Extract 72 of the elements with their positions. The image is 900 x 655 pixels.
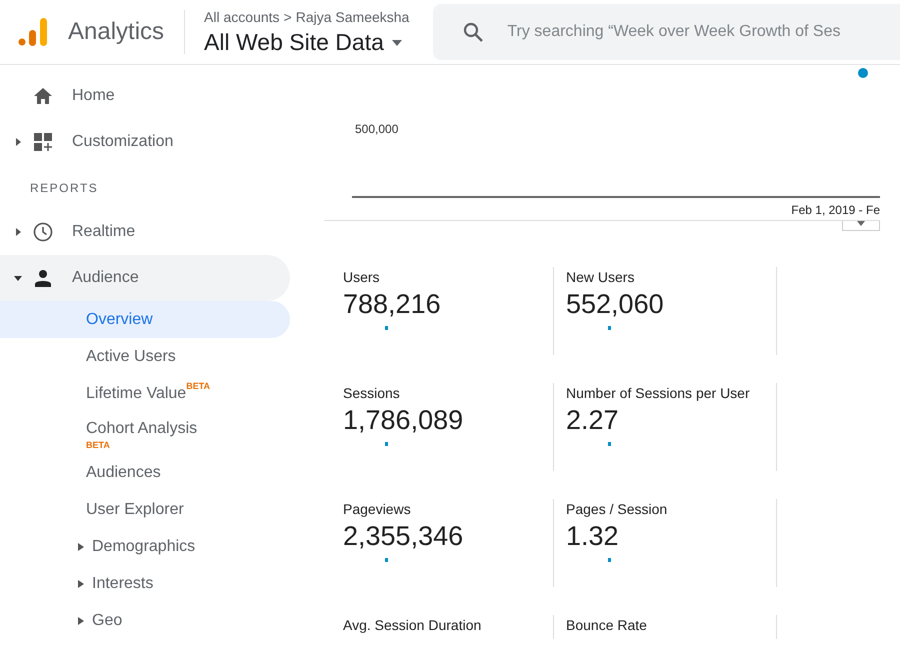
subitem-label: User Explorer (86, 500, 184, 520)
section-heading: REPORTS (29, 180, 100, 197)
nav-subitem[interactable]: Geo (0, 602, 290, 639)
sparkline-icon (385, 326, 388, 330)
beta-label: BETA (186, 382, 210, 390)
nav-subitem[interactable]: Demographics (0, 528, 290, 565)
nav-label: Customization (72, 132, 174, 152)
metric-value: 788,216 (343, 288, 442, 321)
caret-icon (78, 542, 84, 550)
nav-item[interactable]: Home (0, 73, 290, 119)
sparkline-icon (608, 326, 611, 330)
metric-label: Number of Sessions per User (566, 384, 751, 403)
nav-subitem[interactable]: Audiences (0, 454, 290, 491)
person-icon (34, 269, 52, 287)
subitem-label: Active Users (86, 346, 176, 366)
subitem-label: Cohort Analysis (86, 418, 198, 438)
clock-icon (33, 222, 53, 242)
dropdown-toggle[interactable] (842, 221, 880, 231)
nav-subitem[interactable]: Cohort Analysis BETA (0, 412, 290, 454)
sparkline-icon (608, 558, 611, 562)
metric-label: Sessions (343, 384, 401, 403)
data-point-icon (858, 68, 868, 78)
metric-label: Bounce Rate (566, 616, 648, 635)
nav-item[interactable]: Realtime (0, 209, 290, 255)
nav-item[interactable]: Customization (0, 119, 290, 165)
search-input[interactable]: Try searching “Week over Week Growth of Ses (507, 20, 900, 44)
metric-value: 552,060 (566, 288, 665, 321)
nav-label: Realtime (72, 222, 136, 242)
breadcrumb-link[interactable]: All accounts (204, 7, 280, 28)
analytics-logo-icon (18, 18, 50, 46)
nav-item[interactable]: Audience (0, 255, 290, 301)
subitem-label: Geo (92, 610, 122, 630)
search-icon (463, 22, 484, 42)
breadcrumb-link[interactable]: Rajya Sameeksha (296, 7, 410, 28)
nav-subitem[interactable]: Overview (0, 301, 290, 338)
metric-value: 1,786,089 (343, 404, 464, 437)
metric-value: 2,355,346 (343, 520, 464, 553)
nav-subitem[interactable]: User Explorer (0, 491, 290, 528)
metric-label: Users (343, 268, 381, 287)
metric-value: 2.27 (566, 404, 620, 437)
dropdown-caret-icon (392, 40, 402, 46)
subitem-label: Interests (92, 574, 154, 594)
view-selector[interactable]: All Web Site Data (204, 28, 410, 57)
metric-label: New Users (566, 268, 636, 287)
nav-subitem[interactable]: Interests (0, 565, 290, 602)
metric-label: Pages / Session (566, 500, 668, 519)
caret-icon (14, 138, 22, 146)
metric-label: Pageviews (343, 500, 412, 519)
product-name: Analytics (68, 17, 164, 47)
subitem-label: Demographics (92, 536, 196, 556)
caret-icon (78, 580, 84, 588)
search-field[interactable]: Try searching “Week over Week Growth of Ses (433, 4, 900, 60)
nav-label: Audience (72, 268, 139, 288)
sparkline-icon (385, 558, 388, 562)
sparkline-icon (608, 442, 611, 446)
beta-label: BETA (86, 440, 110, 450)
metric-value: 1.32 (566, 520, 620, 553)
caret-icon (14, 274, 22, 282)
dashboard-grid-icon (34, 133, 52, 151)
home-icon (34, 88, 52, 104)
subitem-label: Overview (86, 310, 153, 330)
metric-label: Avg. Session Duration (343, 616, 482, 635)
caret-icon (857, 221, 865, 226)
nav-subitem[interactable]: Active Users (0, 338, 290, 375)
caret-icon (78, 616, 84, 624)
breadcrumb-separator: > (284, 8, 292, 28)
caret-icon (14, 228, 22, 236)
nav-label: Home (72, 86, 115, 106)
date-range-label: Feb 1, 2019 - Fe (791, 202, 880, 219)
subitem-label: Audiences (86, 462, 161, 482)
sparkline-icon (385, 442, 388, 446)
axis-label: 500,000 (355, 121, 398, 138)
